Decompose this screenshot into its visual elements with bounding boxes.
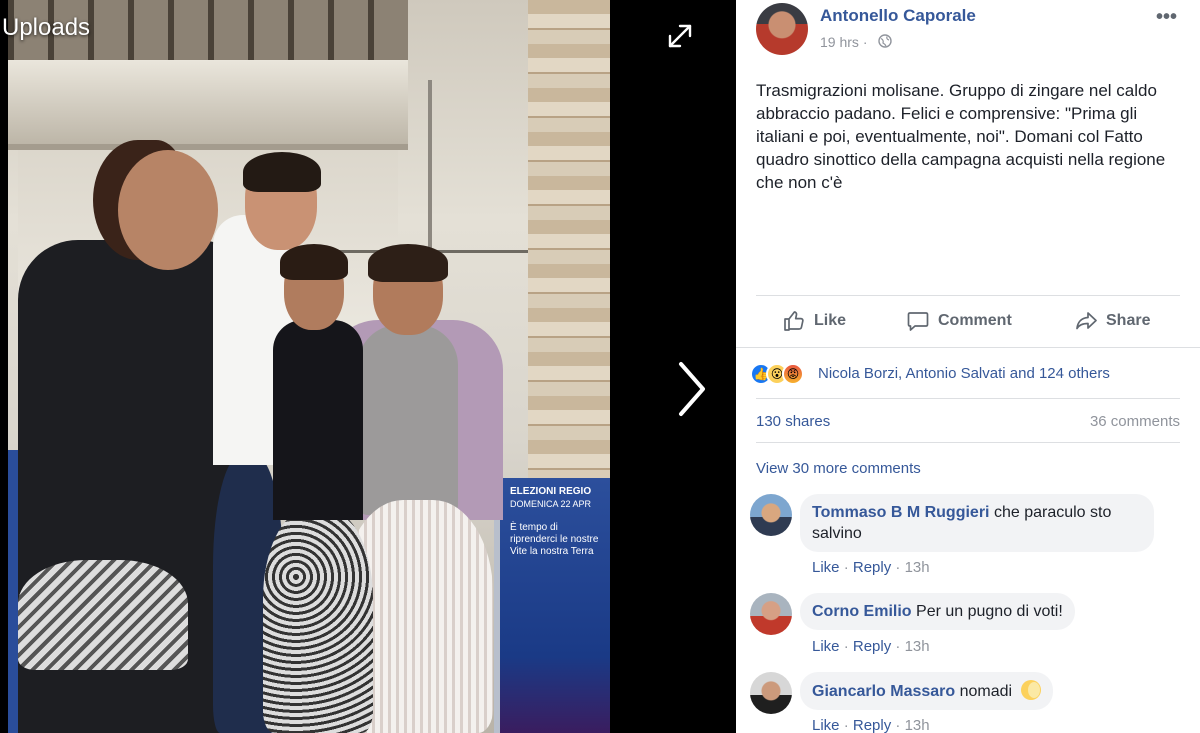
- poster-slogan: È tempo di riprenderci le nostre Vite la…: [510, 522, 599, 557]
- divider: [756, 398, 1180, 399]
- like-button[interactable]: Like: [782, 308, 846, 334]
- author-avatar[interactable]: [756, 3, 808, 55]
- author-name[interactable]: Antonello Caporale: [820, 6, 976, 26]
- person-3-hair: [280, 244, 348, 280]
- meta-separator: ·: [843, 638, 849, 655]
- moon-emoji-icon: [1020, 680, 1041, 700]
- album-title: Uploads: [2, 14, 91, 41]
- comment-like-link[interactable]: Like: [812, 717, 840, 733]
- person-2-hair: [243, 152, 321, 192]
- divider: [736, 347, 1200, 348]
- comment-meta: Like · Reply · 13h: [812, 559, 930, 576]
- comment-reply-link[interactable]: Reply: [853, 559, 891, 576]
- divider: [756, 295, 1180, 296]
- commenter-name[interactable]: Tommaso B M Ruggieri: [812, 504, 990, 521]
- like-label: Like: [814, 312, 847, 329]
- comment-text: Per un pugno di voti!: [916, 603, 1063, 620]
- poster-date-text: DOMENICA 22 APR: [510, 499, 592, 509]
- commenter-avatar[interactable]: [750, 494, 792, 536]
- meta-separator: ·: [895, 559, 901, 576]
- time-separator: ·: [862, 34, 868, 50]
- more-options-icon[interactable]: •••: [1156, 6, 1177, 29]
- meta-separator: ·: [895, 717, 901, 733]
- post-timestamp[interactable]: 19 hrs ·: [820, 34, 867, 50]
- comment-text: nomadi: [959, 683, 1013, 700]
- meta-separator: ·: [843, 717, 849, 733]
- reaction-icons[interactable]: 👍 😮 😡: [750, 362, 804, 386]
- comment-label: Comment: [938, 312, 1012, 329]
- person-1-face: [118, 150, 218, 270]
- poster-title-text: ELEZIONI REGIO: [510, 486, 592, 497]
- person-1-skirt: [18, 560, 188, 670]
- comment-button[interactable]: Comment: [906, 308, 1012, 334]
- share-arrow-icon: [1076, 312, 1097, 330]
- person-4-shirt: [358, 325, 458, 515]
- view-more-comments-link[interactable]: View 30 more comments: [756, 460, 921, 477]
- comment-time[interactable]: 13h: [905, 638, 930, 655]
- globe-icon[interactable]: [878, 34, 892, 48]
- next-photo-button[interactable]: [672, 360, 712, 418]
- reaction-names[interactable]: Nicola Borzi, Antonio Salvati and 124 ot…: [818, 365, 1110, 382]
- post-photo[interactable]: ELEZIONI REGIO DOMENICA 22 APR È tempo d…: [8, 0, 610, 733]
- photo-viewer: ELEZIONI REGIO DOMENICA 22 APR È tempo d…: [0, 0, 736, 733]
- photo-cornice: [8, 60, 408, 150]
- comment-icon: [907, 312, 929, 331]
- shares-count[interactable]: 130 shares: [756, 413, 830, 430]
- post-panel: Antonello Caporale 19 hrs · ••• Trasmigr…: [736, 0, 1200, 733]
- comment-like-link[interactable]: Like: [812, 559, 840, 576]
- comment-bubble: Giancarlo Massaro nomadi: [800, 672, 1053, 710]
- comment-meta: Like · Reply · 13h: [812, 717, 930, 733]
- meta-separator: ·: [895, 638, 901, 655]
- person-4-hair: [368, 244, 448, 282]
- commenter-name[interactable]: Corno Emilio: [812, 603, 912, 620]
- comment-reply-link[interactable]: Reply: [853, 717, 891, 733]
- comment-time[interactable]: 13h: [905, 559, 930, 576]
- thumbs-up-icon: [784, 311, 804, 331]
- comment-like-link[interactable]: Like: [812, 638, 840, 655]
- person-3-skirt: [263, 510, 373, 733]
- fullscreen-button[interactable]: [666, 22, 694, 50]
- comment-reply-link[interactable]: Reply: [853, 638, 891, 655]
- commenter-avatar[interactable]: [750, 672, 792, 714]
- poster-title: ELEZIONI REGIO DOMENICA 22 APR: [510, 486, 591, 511]
- person-3-top: [273, 320, 363, 520]
- share-button[interactable]: Share: [1074, 308, 1150, 334]
- divider: [756, 442, 1180, 443]
- post-text: Trasmigrazioni molisane. Gruppo di zinga…: [756, 81, 1166, 192]
- angry-reaction-icon: 😡: [782, 363, 804, 385]
- meta-separator: ·: [843, 559, 849, 576]
- comment-bubble: Corno Emilio Per un pugno di voti!: [800, 593, 1075, 630]
- post-time-text[interactable]: 19 hrs: [820, 34, 859, 50]
- commenter-name[interactable]: Giancarlo Massaro: [812, 683, 955, 700]
- comment-bubble: Tommaso B M Ruggieri che paraculo sto sa…: [800, 494, 1154, 552]
- comments-count[interactable]: 36 comments: [1090, 413, 1180, 430]
- commenter-avatar[interactable]: [750, 593, 792, 635]
- expand-icon: [668, 24, 692, 48]
- election-poster: ELEZIONI REGIO DOMENICA 22 APR È tempo d…: [494, 478, 610, 733]
- share-label: Share: [1106, 312, 1151, 329]
- chevron-right-icon: [679, 362, 705, 416]
- comment-time[interactable]: 13h: [905, 717, 930, 733]
- comment-meta: Like · Reply · 13h: [812, 638, 930, 655]
